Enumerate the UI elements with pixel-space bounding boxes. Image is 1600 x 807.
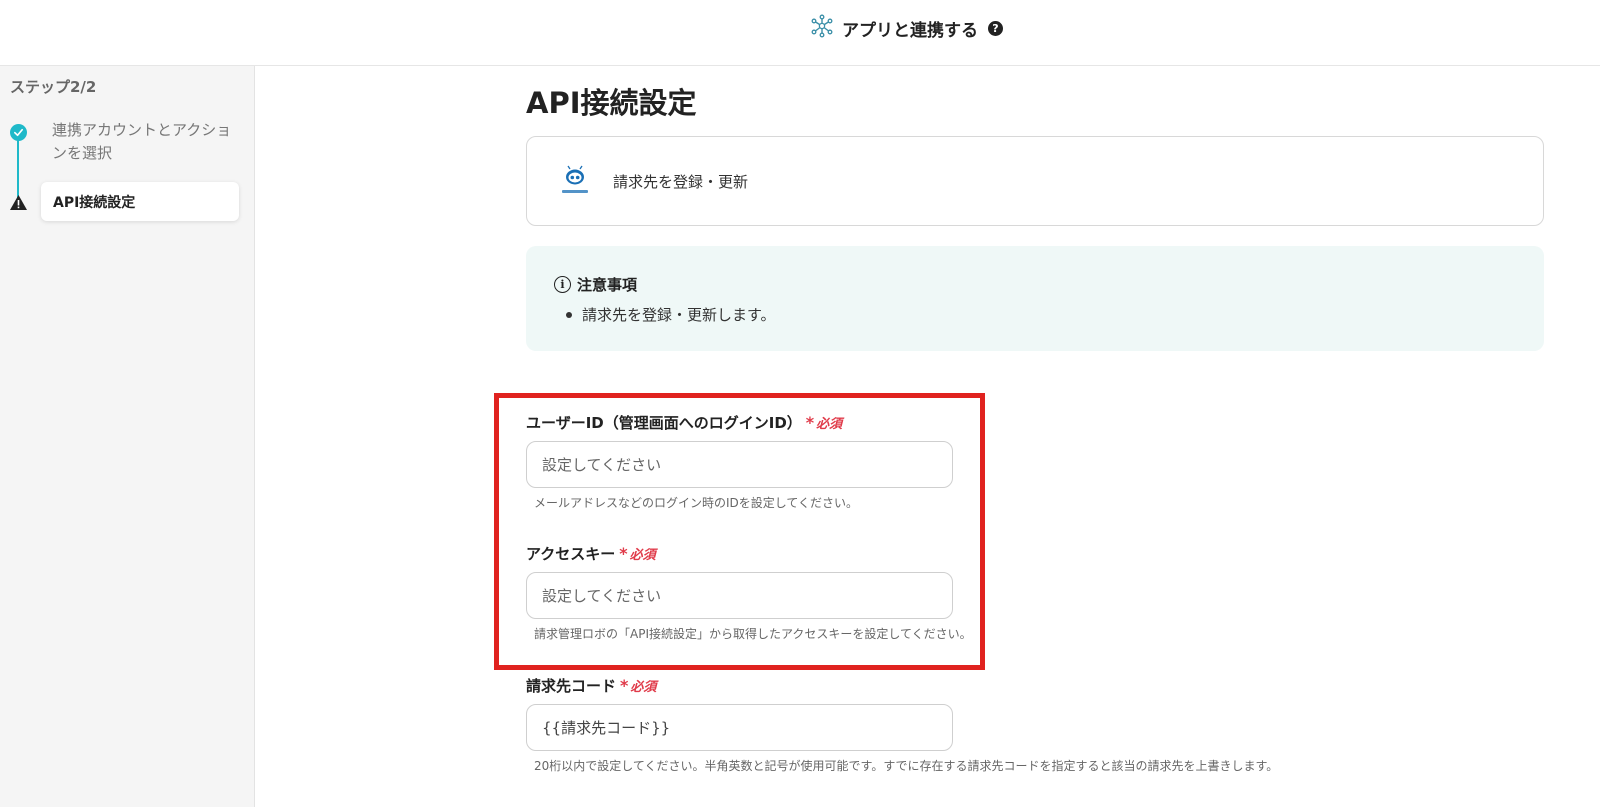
required-badge: * 必須 [620,675,657,695]
check-circle-icon [10,124,27,141]
field-hint: 請求管理ロボの「API接続設定」から取得したアクセスキーを設定してください。 [534,627,972,641]
sidebar: ステップ2/2 連携アカウントとアクションを選択 API接続設定 [0,66,255,807]
network-nodes-icon [810,14,834,42]
notice-header: i 注意事項 [554,274,637,295]
field-hint: メールアドレスなどのログイン時のIDを設定してください。 [534,496,859,510]
invoice-robo-logo [555,161,595,201]
header-title: アプリと連携する [842,20,978,41]
field-user-id: ユーザーID（管理画面へのログインID） *必須 メールアドレスなどのログイン時… [526,411,953,511]
field-label: 請求先コード [526,676,617,695]
header-title-group: アプリと連携する ? [810,14,1003,42]
required-badge: * 必須 [805,412,843,432]
notice-title: 注意事項 [577,276,638,294]
sidebar-step-select-account[interactable]: 連携アカウントとアクションを選択 [52,119,232,165]
warning-triangle-icon [9,194,28,211]
field-label: ユーザーID（管理画面へのログインID） [526,413,802,432]
required-badge: * 必須 [619,543,656,563]
question-circle-icon[interactable]: ? [988,20,1003,36]
field-billing-code: 請求先コード *必須 20桁以内で設定してください。半角英数と記号が使用可能です… [526,674,1278,774]
sidebar-step-api-settings[interactable]: API接続設定 [41,182,239,221]
info-icon: i [554,276,571,293]
page-title: API接続設定 [526,86,697,120]
notice-item-text: 請求先を登録・更新します。 [582,306,776,324]
field-label: アクセスキー [526,544,616,563]
top-bar: アプリと連携する ? [0,0,1600,66]
notice-list-item: 請求先を登録・更新します。 [566,304,776,325]
bullet-dot [566,311,572,318]
access-key-input[interactable] [526,572,953,619]
app-action-label: 請求先を登録・更新 [613,172,749,191]
step-count: ステップ2/2 [10,78,97,96]
notice-box: i 注意事項 請求先を登録・更新します。 [526,246,1544,351]
billing-code-input[interactable] [526,704,953,751]
user-id-input[interactable] [526,441,953,488]
main-content: API接続設定 請求先を登録・更新 i 注意事項 請求先を登録・更新します。 ユ… [256,66,1600,807]
field-hint: 20桁以内で設定してください。半角英数と記号が使用可能です。すでに存在する請求先… [534,759,1279,773]
app-action-card: 請求先を登録・更新 [526,136,1544,226]
field-access-key: アクセスキー *必須 請求管理ロボの「API接続設定」から取得したアクセスキーを… [526,542,972,642]
